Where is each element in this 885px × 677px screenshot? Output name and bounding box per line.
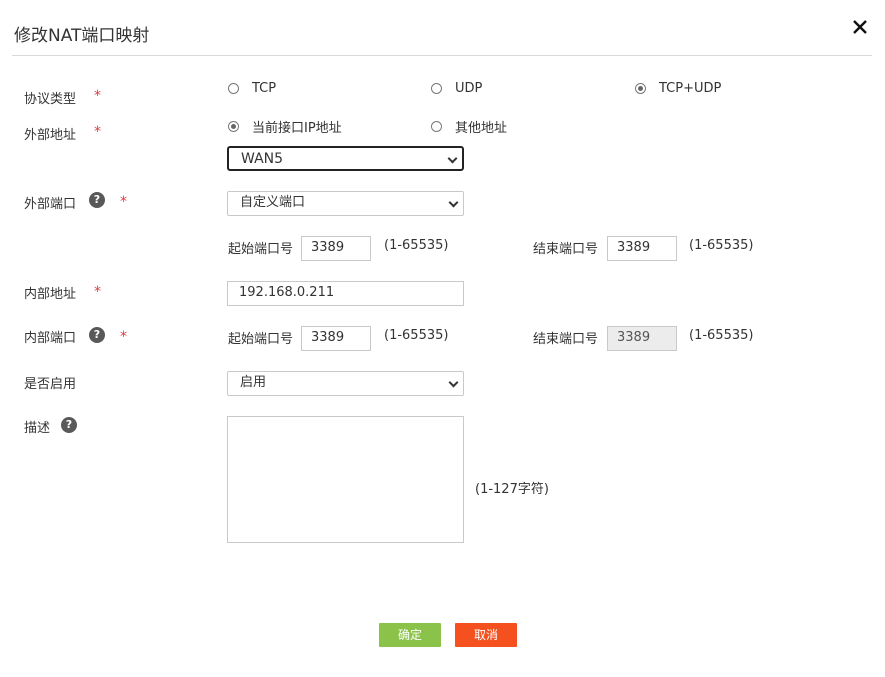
internal-start-port-label: 起始端口号 [228, 332, 294, 347]
internal-port-label: 内部端口 [24, 331, 77, 346]
confirm-button[interactable]: 确定 [379, 623, 441, 647]
internal-start-port-range: (1-65535) [384, 328, 449, 343]
required-mark: * [120, 194, 127, 210]
chevron-down-icon [447, 153, 458, 164]
protocol-label: 协议类型 [24, 92, 77, 107]
chevron-down-icon [448, 197, 459, 208]
radio-selected-icon [228, 121, 239, 132]
required-mark: * [120, 329, 127, 345]
internal-end-port-range: (1-65535) [689, 328, 754, 343]
enable-select[interactable]: 启用 [227, 371, 464, 396]
protocol-radio-udp[interactable]: UDP [431, 81, 482, 96]
external-address-label: 外部地址 [24, 128, 77, 143]
description-textarea[interactable] [227, 416, 464, 543]
external-address-radio-current-interface[interactable]: 当前接口IP地址 [228, 117, 342, 136]
external-end-port-input[interactable]: 3389 [607, 236, 677, 261]
help-icon[interactable]: ? [89, 192, 105, 208]
internal-start-port-input[interactable]: 3389 [301, 326, 371, 351]
close-icon[interactable] [849, 16, 871, 38]
external-end-port-range: (1-65535) [689, 238, 754, 253]
external-address-radio-other[interactable]: 其他地址 [431, 117, 507, 136]
required-mark: * [94, 284, 101, 300]
required-mark: * [94, 124, 101, 140]
interface-select[interactable]: WAN5 [227, 146, 464, 171]
internal-end-port-input: 3389 [607, 326, 677, 351]
radio-icon [431, 83, 442, 94]
dialog-title: 修改NAT端口映射 [14, 26, 150, 46]
help-icon[interactable]: ? [89, 327, 105, 343]
protocol-radio-tcp-udp[interactable]: TCP+UDP [635, 81, 721, 96]
radio-selected-icon [635, 83, 646, 94]
external-start-port-range: (1-65535) [384, 238, 449, 253]
description-length-hint: (1-127字符) [475, 482, 549, 497]
chevron-down-icon [448, 377, 459, 388]
external-port-label: 外部端口 [24, 197, 77, 212]
header-divider [12, 55, 872, 56]
help-icon[interactable]: ? [61, 417, 77, 433]
internal-address-input[interactable]: 192.168.0.211 [227, 281, 464, 306]
external-end-port-label: 结束端口号 [533, 242, 599, 257]
enable-label: 是否启用 [24, 377, 77, 392]
radio-icon [431, 121, 442, 132]
external-start-port-input[interactable]: 3389 [301, 236, 371, 261]
cancel-button[interactable]: 取消 [455, 623, 517, 647]
radio-icon [228, 83, 239, 94]
description-label: 描述 [24, 421, 51, 436]
protocol-radio-tcp[interactable]: TCP [228, 81, 276, 96]
internal-end-port-label: 结束端口号 [533, 332, 599, 347]
external-start-port-label: 起始端口号 [228, 242, 294, 257]
external-port-mode-select[interactable]: 自定义端口 [227, 191, 464, 216]
required-mark: * [94, 88, 101, 104]
internal-address-label: 内部地址 [24, 287, 77, 302]
